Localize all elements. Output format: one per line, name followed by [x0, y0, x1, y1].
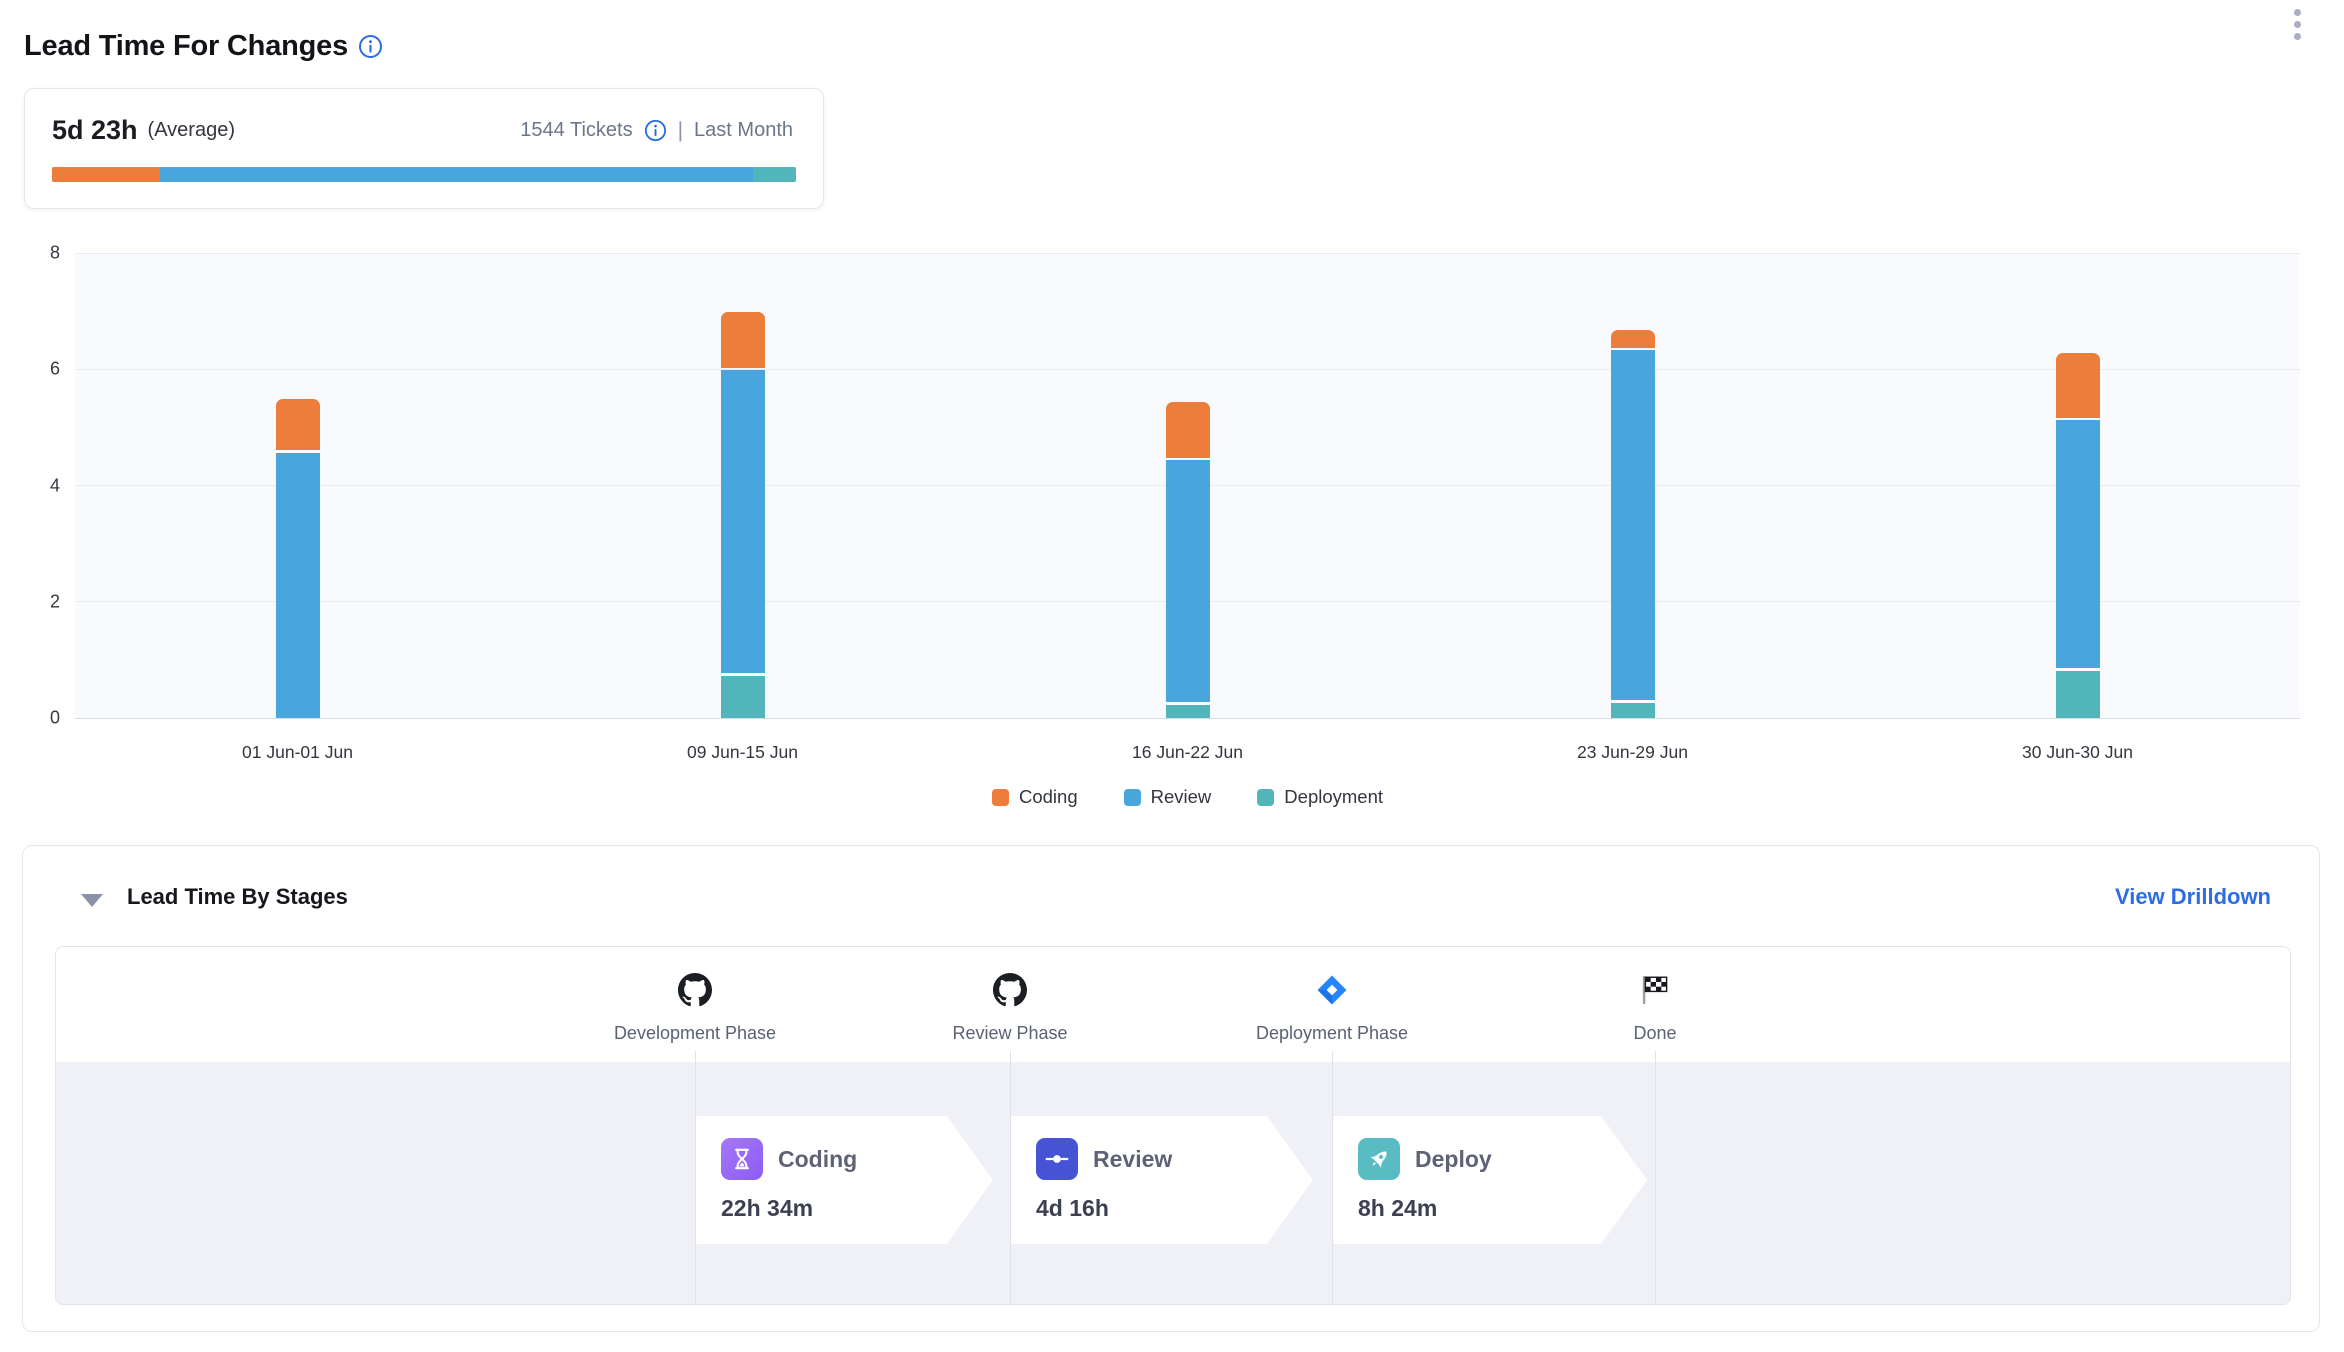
summary-card: 5d 23h (Average) 1544 Tickets | Last Mon… [24, 88, 824, 209]
bar-segment-coding-4[interactable] [1611, 330, 1655, 348]
rocket-icon [1358, 1138, 1400, 1180]
bar-segment-deployment-5[interactable] [2056, 671, 2100, 718]
y-tick-label: 2 [24, 591, 60, 612]
bar-segment-deployment-3[interactable] [1166, 705, 1210, 718]
legend-swatch-icon [1124, 789, 1141, 806]
bar-segment-deployment-4[interactable] [1611, 703, 1655, 718]
y-tick-label: 4 [24, 475, 60, 496]
page-title: Lead Time For Changes [24, 30, 348, 63]
y-tick-label: 0 [24, 708, 60, 729]
average-value: 5d 23h [52, 115, 138, 146]
phase-label: Development Phase [545, 1023, 845, 1044]
github-icon [860, 971, 1160, 1009]
distribution-coding-segment [52, 167, 160, 182]
legend-swatch-icon [1257, 789, 1274, 806]
bar-segment-review-1[interactable] [276, 453, 320, 718]
bar-segment-coding-3[interactable] [1166, 402, 1210, 458]
x-category-label: 01 Jun-01 Jun [138, 742, 458, 763]
view-drilldown-link[interactable]: View Drilldown [2115, 884, 2271, 910]
bar-segment-review-5[interactable] [2056, 420, 2100, 668]
distribution-review-segment [160, 167, 753, 182]
stage-distribution-bar [52, 167, 796, 182]
stages-table: Development Phase Review Phase Deployment … [55, 946, 2291, 1305]
bar-segment-review-2[interactable] [721, 370, 765, 673]
stages-panel-header: Lead Time By Stages View Drilldown [23, 882, 2319, 922]
collapse-chevron-icon[interactable] [81, 894, 103, 907]
phase-column-3: Deployment Phase [1182, 971, 1482, 1044]
distribution-deployment-segment [753, 167, 796, 182]
stage-card-coding[interactable]: Coding 22h 34m [695, 1116, 993, 1244]
phase-column-2: Review Phase [860, 971, 1160, 1044]
bar-segment-review-4[interactable] [1611, 350, 1655, 700]
stage-duration: 4d 16h [1036, 1195, 1313, 1222]
phase-column-4: Done [1505, 971, 1805, 1044]
legend-item-coding[interactable]: Coding [992, 786, 1078, 808]
average-label: (Average) [148, 119, 235, 142]
info-icon[interactable] [358, 34, 383, 59]
bar-segment-review-3[interactable] [1166, 460, 1210, 702]
gridline-y-6 [75, 369, 2300, 370]
plot-area [75, 253, 2300, 718]
stage-card-deploy[interactable]: Deploy 8h 24m [1332, 1116, 1647, 1244]
jira-icon [1182, 971, 1482, 1009]
x-category-label: 09 Jun-15 Jun [583, 742, 903, 763]
page-header: Lead Time For Changes [24, 30, 2320, 63]
gridline-y-8 [75, 253, 2300, 254]
phase-label: Deployment Phase [1182, 1023, 1482, 1044]
x-category-label: 30 Jun-30 Jun [1918, 742, 2238, 763]
phase-column-1: Development Phase [545, 971, 845, 1044]
period-label: Last Month [694, 119, 793, 142]
legend-label: Review [1151, 786, 1212, 808]
stage-name: Coding [778, 1146, 857, 1173]
separator: | [676, 119, 685, 143]
phase-divider [1332, 1051, 1333, 1304]
checkered-flag-icon [1505, 971, 1805, 1009]
stage-duration: 8h 24m [1358, 1195, 1647, 1222]
tickets-count: 1544 Tickets [520, 119, 632, 142]
stages-panel-title: Lead Time By Stages [127, 884, 348, 910]
x-category-label: 16 Jun-22 Jun [1028, 742, 1348, 763]
phase-divider [695, 1051, 696, 1304]
commit-icon [1036, 1138, 1078, 1180]
y-tick-label: 8 [24, 243, 60, 264]
bar-segment-coding-1[interactable] [276, 399, 320, 449]
legend-item-review[interactable]: Review [1124, 786, 1212, 808]
phase-label: Review Phase [860, 1023, 1160, 1044]
phase-divider [1010, 1051, 1011, 1304]
x-category-label: 23 Jun-29 Jun [1473, 742, 1793, 763]
tickets-info-icon[interactable] [644, 119, 667, 142]
bar-segment-coding-5[interactable] [2056, 353, 2100, 418]
stage-name: Review [1093, 1146, 1172, 1173]
y-tick-label: 6 [24, 359, 60, 380]
chart-legend: Coding Review Deployment [75, 786, 2300, 808]
bar-segment-coding-2[interactable] [721, 312, 765, 368]
phase-divider [1655, 1051, 1656, 1304]
legend-swatch-icon [992, 789, 1009, 806]
hourglass-icon [721, 1138, 763, 1180]
bar-segment-deployment-2[interactable] [721, 676, 765, 718]
phase-label: Done [1505, 1023, 1805, 1044]
legend-label: Deployment [1284, 786, 1383, 808]
stage-card-review[interactable]: Review 4d 16h [1010, 1116, 1313, 1244]
github-icon [545, 971, 845, 1009]
kebab-menu-icon[interactable] [2282, 2, 2312, 46]
legend-item-deployment[interactable]: Deployment [1257, 786, 1383, 808]
stage-name: Deploy [1415, 1146, 1492, 1173]
legend-label: Coding [1019, 786, 1078, 808]
lead-time-by-stages-panel: Lead Time By Stages View Drilldown Devel… [22, 845, 2320, 1332]
stage-duration: 22h 34m [721, 1195, 993, 1222]
